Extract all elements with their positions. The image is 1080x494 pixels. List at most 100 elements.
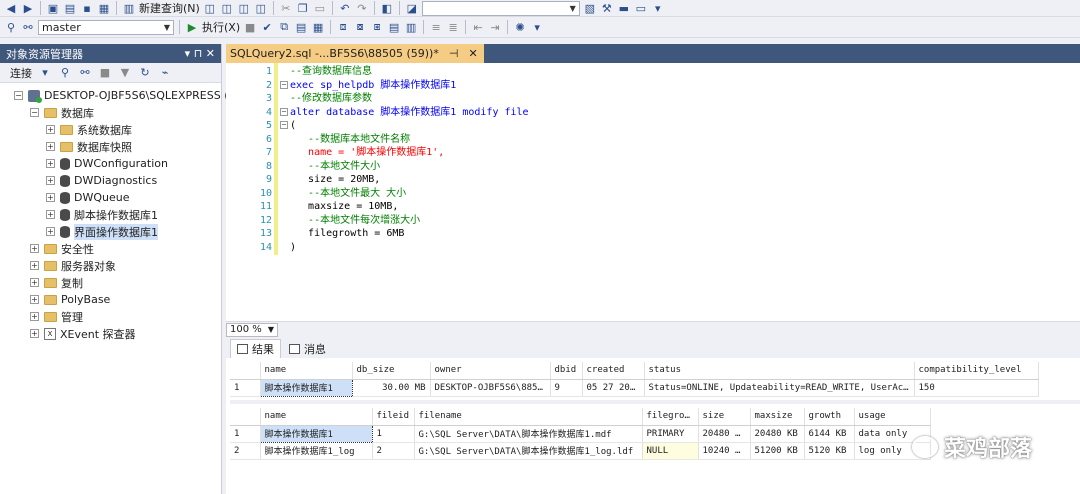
column-header[interactable]: compatibility_level bbox=[914, 362, 1039, 380]
expand-toggle[interactable]: + bbox=[30, 244, 39, 253]
live-stats-icon[interactable]: ⧇ bbox=[353, 20, 367, 35]
comment-icon[interactable]: ◧ bbox=[380, 1, 394, 16]
connect-icon[interactable]: ⚲ bbox=[58, 65, 72, 80]
client-stats-icon[interactable]: ⧆ bbox=[370, 20, 384, 35]
paste-icon[interactable]: ▭ bbox=[313, 1, 327, 16]
dax-query-icon[interactable]: ◫ bbox=[254, 1, 268, 16]
back-icon[interactable]: ◀ bbox=[4, 1, 18, 16]
column-header[interactable]: filegroup bbox=[642, 408, 699, 426]
grid-cell[interactable]: 9 bbox=[550, 379, 583, 397]
expand-toggle[interactable]: + bbox=[30, 261, 39, 270]
column-header[interactable]: status bbox=[644, 362, 915, 380]
tree-node-dwdiagnostics[interactable]: + DWDiagnostics bbox=[0, 172, 221, 189]
row-number[interactable]: 1 bbox=[230, 379, 261, 397]
code-line[interactable]: 11 maxsize = 10MB, bbox=[226, 200, 1080, 214]
grid-cell[interactable]: 10240 KB bbox=[698, 442, 751, 460]
grid-cell[interactable]: 脚本操作数据库1 bbox=[259, 378, 353, 397]
table-row[interactable]: 1 脚本操作数据库1 30.00 MB DESKTOP-OJBF5S6\88505 9 0… bbox=[230, 378, 1039, 397]
find-icon[interactable]: ◪ bbox=[405, 1, 419, 16]
grid-cell[interactable]: DESKTOP-OJBF5S6\88505 bbox=[430, 379, 551, 397]
grid-cell[interactable]: G:\SQL Server\DATA\脚本操作数据库1_log.ldf bbox=[414, 442, 643, 460]
code-line[interactable]: 3 --修改数据库参数 bbox=[226, 92, 1080, 106]
code-line[interactable]: 13 filegrowth = 6MB bbox=[226, 227, 1080, 241]
column-header[interactable]: maxsize bbox=[750, 408, 805, 426]
expand-toggle[interactable]: + bbox=[30, 278, 39, 287]
grid-cell[interactable]: 脚本操作数据库1 bbox=[259, 424, 373, 443]
open-file-icon[interactable]: ▤ bbox=[63, 1, 77, 16]
code-line[interactable]: 2− exec sp_helpdb 脚本操作数据库1 bbox=[226, 79, 1080, 93]
close-icon[interactable]: ✕ bbox=[468, 47, 477, 60]
grid-cell[interactable]: 1 bbox=[372, 425, 415, 443]
query-editor[interactable]: 1 --查询数据库信息 2− exec sp_helpdb 脚本操作数据库1 3 --修改… bbox=[226, 63, 1080, 321]
column-header[interactable]: owner bbox=[430, 362, 551, 380]
column-header[interactable]: dbid bbox=[550, 362, 583, 380]
collapse-toggle[interactable]: − bbox=[14, 91, 23, 100]
results-to-text-icon[interactable]: ▤ bbox=[387, 20, 401, 35]
stop-icon[interactable]: ■ bbox=[98, 65, 112, 80]
grid-cell[interactable]: 2 bbox=[372, 442, 415, 460]
column-header[interactable]: growth bbox=[804, 408, 855, 426]
column-header[interactable]: filename bbox=[414, 408, 643, 426]
tree-node-replication[interactable]: + 复制 bbox=[0, 274, 221, 291]
row-number[interactable]: 1 bbox=[230, 425, 261, 443]
tree-node-polybase[interactable]: + PolyBase bbox=[0, 291, 221, 308]
connect-icon[interactable]: ⚲ bbox=[4, 20, 18, 35]
grid-cell[interactable]: 20480 KB bbox=[750, 425, 805, 443]
include-plan-icon[interactable]: ⧈ bbox=[336, 20, 350, 35]
redo-icon[interactable]: ↷ bbox=[355, 1, 369, 16]
column-header[interactable]: size bbox=[698, 408, 751, 426]
collapse-toggle[interactable]: − bbox=[30, 108, 39, 117]
code-line[interactable]: 7 name = '脚本操作数据库1', bbox=[226, 146, 1080, 160]
column-header[interactable]: db_size bbox=[352, 362, 431, 380]
chevron-down-icon[interactable]: ▾ bbox=[38, 65, 52, 80]
code-line[interactable]: 10 --本地文件最大 大小 bbox=[226, 187, 1080, 201]
grid-cell[interactable]: 20480 KB bbox=[698, 425, 751, 443]
uncomment-icon[interactable]: ≣ bbox=[446, 20, 460, 35]
column-header[interactable]: usage bbox=[854, 408, 931, 426]
zoom-combo[interactable]: 100 % ▼ bbox=[226, 322, 278, 337]
stop-icon[interactable]: ■ bbox=[243, 20, 257, 35]
row-number[interactable]: 2 bbox=[230, 442, 261, 460]
panel-controls[interactable]: ▾ ⊓ ✕ bbox=[185, 47, 215, 60]
properties-icon[interactable]: ▧ bbox=[583, 1, 597, 16]
tree-node-databases[interactable]: − 数据库 bbox=[0, 104, 221, 121]
column-header[interactable]: fileid bbox=[372, 408, 415, 426]
grid-cell[interactable]: 5120 KB bbox=[804, 442, 855, 460]
grid-cell[interactable]: Status=ONLINE, Updateability=READ_WRITE,… bbox=[644, 379, 915, 397]
grid-cell[interactable]: 05 27 2021 bbox=[582, 379, 645, 397]
grid-cell[interactable]: 30.00 MB bbox=[352, 379, 431, 397]
column-header[interactable]: name bbox=[260, 408, 373, 426]
tree-node-server[interactable]: − DESKTOP-OJBF5S6\SQLEXPRESS (S bbox=[0, 87, 236, 104]
parse-icon[interactable]: ✔ bbox=[260, 20, 274, 35]
grid-cell[interactable]: G:\SQL Server\DATA\脚本操作数据库1.mdf bbox=[414, 425, 643, 443]
expand-toggle[interactable]: + bbox=[46, 176, 55, 185]
increase-indent-icon[interactable]: ⇥ bbox=[488, 20, 502, 35]
column-header[interactable]: name bbox=[260, 362, 353, 380]
result-grid-2[interactable]: name fileid filename filegroup size maxsize gr… bbox=[230, 408, 931, 460]
result-grid-1[interactable]: name db_size owner dbid created status compati… bbox=[230, 362, 1039, 397]
wrench-icon[interactable]: ⚒ bbox=[600, 1, 614, 16]
expand-toggle[interactable]: + bbox=[46, 227, 55, 236]
xmla-query-icon[interactable]: ◫ bbox=[237, 1, 251, 16]
activity-monitor-icon[interactable]: ⌁ bbox=[158, 65, 172, 80]
expand-toggle[interactable]: + bbox=[46, 159, 55, 168]
undo-icon[interactable]: ↶ bbox=[338, 1, 352, 16]
tree-node-xevent[interactable]: + X XEvent 探查器 bbox=[0, 325, 221, 342]
table-row[interactable]: 2 脚本操作数据库1_log 2 G:\SQL Server\DATA\脚本操作数据库… bbox=[230, 442, 931, 460]
grid-cell[interactable]: 脚本操作数据库1_log bbox=[260, 442, 373, 460]
code-line[interactable]: 8 --本地文件大小 bbox=[226, 160, 1080, 174]
results-to-grid-icon[interactable]: ▦ bbox=[311, 20, 325, 35]
tree-node-dwconfiguration[interactable]: + DWConfiguration bbox=[0, 155, 221, 172]
code-line[interactable]: 9 size = 20MB, bbox=[226, 173, 1080, 187]
expand-toggle[interactable]: + bbox=[30, 295, 39, 304]
expand-toggle[interactable]: + bbox=[46, 193, 55, 202]
connect-button[interactable]: 连接 bbox=[10, 65, 32, 81]
results-to-file-icon[interactable]: ▥ bbox=[404, 20, 418, 35]
code-line[interactable]: 1 --查询数据库信息 bbox=[226, 65, 1080, 79]
estimated-plan-icon[interactable]: ⧉ bbox=[277, 20, 291, 35]
tree-node-dwqueue[interactable]: + DWQueue bbox=[0, 189, 221, 206]
grid-corner[interactable] bbox=[230, 408, 261, 426]
tree-node-system-databases[interactable]: + 系统数据库 bbox=[0, 121, 221, 138]
fold-toggle-icon[interactable]: − bbox=[280, 121, 288, 129]
expand-toggle[interactable]: + bbox=[46, 142, 55, 151]
